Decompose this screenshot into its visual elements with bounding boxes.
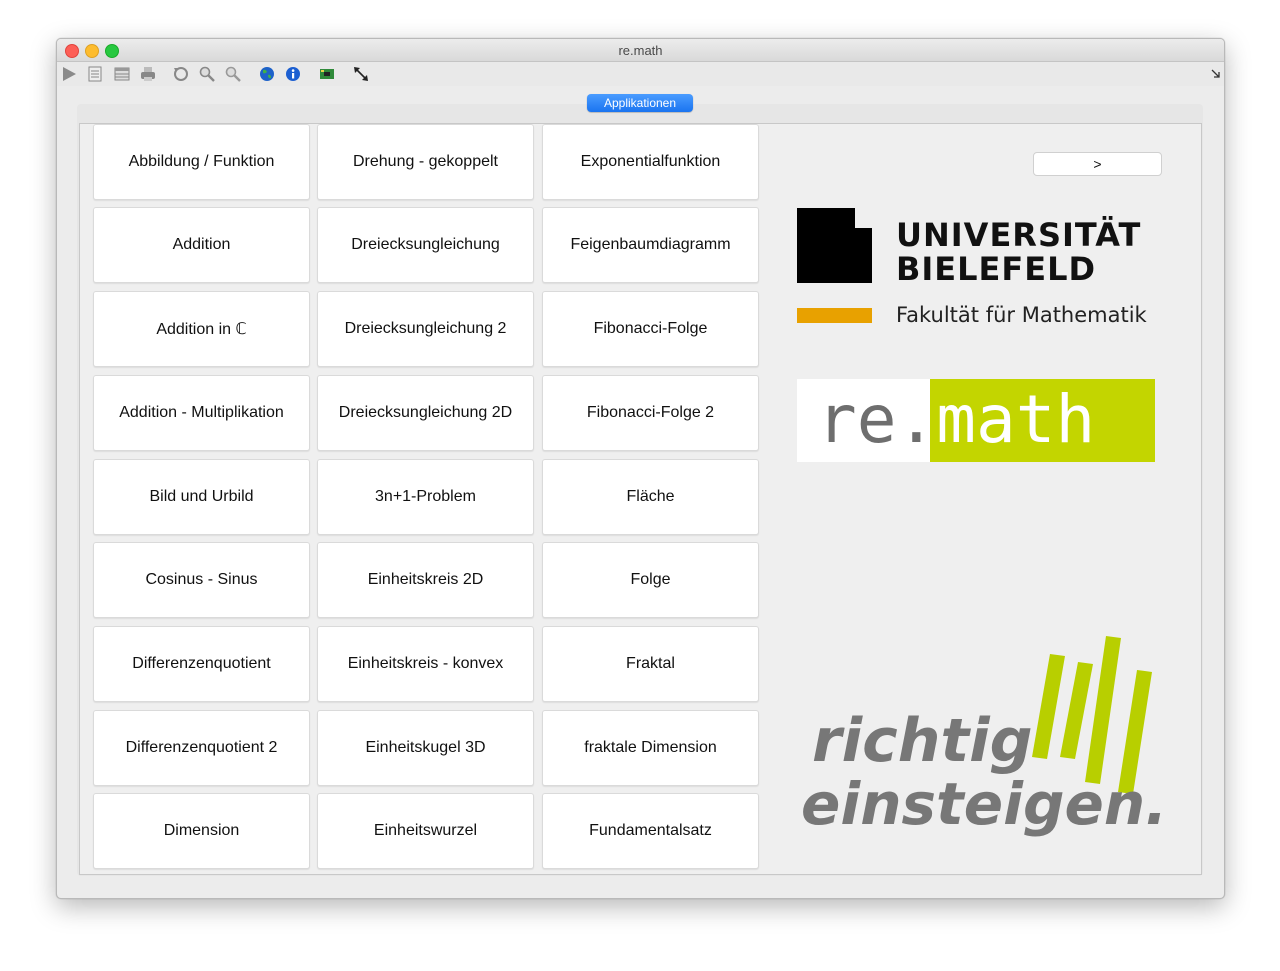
remath-math: math [936,381,1096,458]
app-button[interactable]: Abbildung / Funktion [93,124,310,200]
table-icon[interactable] [113,65,131,83]
app-button[interactable]: Fibonacci-Folge 2 [542,375,759,451]
toolbar [57,62,1224,86]
next-page-button[interactable]: > [1033,152,1162,176]
university-line1: UNIVERSITÄT [896,216,1142,254]
app-button[interactable]: Fläche [542,459,759,535]
app-button[interactable]: Fundamentalsatz [542,793,759,869]
app-button[interactable]: fraktale Dimension [542,710,759,786]
app-button[interactable]: Einheitswurzel [317,793,534,869]
app-button[interactable]: Drehung - gekoppelt [317,124,534,200]
app-button[interactable]: Addition - Multiplikation [93,375,310,451]
app-button[interactable]: Dimension [93,793,310,869]
app-button[interactable]: Einheitskugel 3D [317,710,534,786]
app-button[interactable]: Fibonacci-Folge [542,291,759,367]
app-window: re.math Applikationen Abbildung / Funkti… [56,38,1225,899]
globe-icon[interactable] [258,65,276,83]
university-name: UNIVERSITÄT BIELEFELD [896,218,1141,286]
app-button[interactable]: Bild und Urbild [93,459,310,535]
tab-applikationen[interactable]: Applikationen [587,94,693,112]
remath-re: re [817,381,897,458]
corner-arrow-icon[interactable] [1210,68,1220,78]
remath-logo: re.math [797,379,1155,462]
refresh-icon[interactable] [172,65,190,83]
app-button[interactable]: Addition [93,207,310,283]
slogan-line2: einsteigen. [801,770,1168,838]
app-button[interactable]: Differenzenquotient 2 [93,710,310,786]
title-bar: re.math [57,39,1224,62]
university-line2: BIELEFELD [896,250,1097,288]
app-button[interactable]: Dreiecksungleichung [317,207,534,283]
app-button[interactable]: Dreiecksungleichung 2 [317,291,534,367]
zoom-in-icon[interactable] [198,65,216,83]
app-button[interactable]: Differenzenquotient [93,626,310,702]
faculty-name: Fakultät für Mathematik [896,303,1147,327]
remath-dot: . [896,381,937,458]
app-button[interactable]: Einheitskreis 2D [317,542,534,618]
app-button[interactable]: Exponentialfunktion [542,124,759,200]
print-icon[interactable] [139,65,157,83]
resize-arrows-icon[interactable] [352,65,370,83]
chip-icon[interactable] [318,65,336,83]
app-button[interactable]: Einheitskreis - konvex [317,626,534,702]
window-title: re.math [618,43,663,58]
content-area: Abbildung / Funktion Addition Addition in … [79,123,1202,875]
zoom-out-icon[interactable] [224,65,242,83]
university-logo: UNIVERSITÄT BIELEFELD Fakultät für Mathe… [797,208,1167,333]
app-button[interactable]: 3n+1-Problem [317,459,534,535]
document-icon[interactable] [86,65,104,83]
app-button[interactable]: Fraktal [542,626,759,702]
remath-wordmark: re.math [817,381,1095,459]
app-button[interactable]: Dreiecksungleichung 2D [317,375,534,451]
app-button[interactable]: Addition in ℂ [93,291,310,367]
slogan-line1: richtig [812,706,1033,776]
app-button[interactable]: Cosinus - Sinus [93,542,310,618]
play-icon[interactable] [60,65,78,83]
slogan-logo: richtig einsteigen. [797,634,1167,859]
app-button[interactable]: Feigenbaumdiagramm [542,207,759,283]
info-icon[interactable] [284,65,302,83]
app-button[interactable]: Folge [542,542,759,618]
